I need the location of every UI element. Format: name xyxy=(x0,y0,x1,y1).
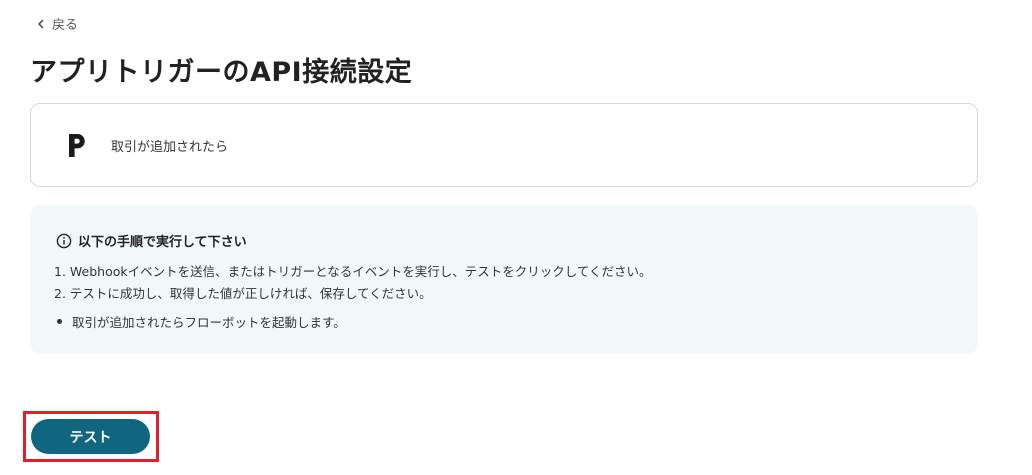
instructions-steps: 1. Webhookイベントを送信、またはトリガーとなるイベントを実行し、テスト… xyxy=(54,261,652,305)
instruction-note-text: 取引が追加されたらフローボットを起動します。 xyxy=(72,314,346,330)
bullet-icon xyxy=(57,318,62,324)
instruction-step: 2. テストに成功し、取得した値が正しければ、保存してください。 xyxy=(54,286,432,301)
test-button[interactable]: テスト xyxy=(31,419,150,454)
instructions-panel: 以下の手順で実行して下さい 1. Webhookイベントを送信、またはトリガーと… xyxy=(30,205,978,354)
page: 戻る アプリトリガーのAPI接続設定 取引が追加されたら 以下の手順で実行して下… xyxy=(0,0,1032,475)
trigger-label: 取引が追加されたら xyxy=(111,139,229,155)
instructions-notes: 取引が追加されたらフローボットを起動します。 xyxy=(54,310,346,332)
back-link[interactable]: 戻る xyxy=(36,14,78,33)
pipedrive-logo-icon xyxy=(62,130,92,160)
chevron-left-icon xyxy=(36,19,46,29)
instruction-step: 1. Webhookイベントを送信、またはトリガーとなるイベントを実行し、テスト… xyxy=(54,264,652,279)
instruction-note: 取引が追加されたらフローボットを起動します。 xyxy=(54,310,346,332)
info-circle-icon xyxy=(56,233,72,249)
instructions-heading: 以下の手順で実行して下さい xyxy=(78,235,247,250)
trigger-card: 取引が追加されたら xyxy=(30,103,978,187)
instructions-header: 以下の手順で実行して下さい xyxy=(56,231,247,250)
page-title: アプリトリガーのAPI接続設定 xyxy=(30,57,413,88)
back-label: 戻る xyxy=(52,18,79,33)
